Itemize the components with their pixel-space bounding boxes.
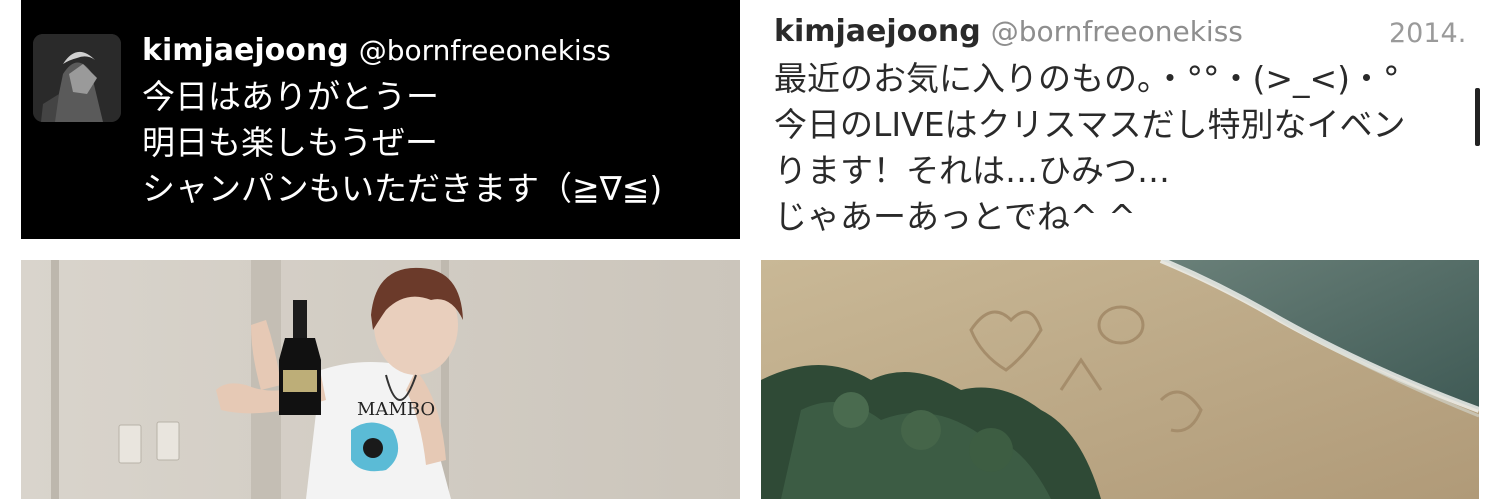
shirt-text: MAMBO: [357, 399, 435, 420]
tweet-line: 今日のLIVEはクリスマスだし特別なイベン: [774, 105, 1406, 144]
tweet-photo-right[interactable]: [761, 260, 1479, 499]
tweet-card-right[interactable]: kimjaejoong @bornfreeonekiss 2014. 最近のお気に…: [761, 0, 1500, 250]
tweet-line: 明日も楽しもうぜー: [142, 123, 439, 162]
tweet-line: じゃあーあっとでね^ ^: [774, 197, 1136, 236]
tweet-line: シャンパンもいただきます（≧∇≦): [142, 169, 663, 208]
tweet-header: kimjaejoong @bornfreeonekiss: [142, 33, 611, 68]
photo-beach-aerial: [761, 260, 1479, 499]
tweet-text: 今日はありがとうー 明日も楽しもうぜー シャンパンもいただきます（≧∇≦): [142, 74, 662, 212]
tweet-text: 最近のお気に入りのもの。・°°・(>_<)・° 今日のLIVEはクリスマスだし特…: [774, 56, 1406, 240]
tweet-date: 2014.: [1389, 18, 1467, 49]
user-name[interactable]: kimjaejoong: [774, 14, 981, 49]
scroll-indicator[interactable]: [1475, 88, 1480, 146]
tweet-line: 今日はありがとうー: [142, 77, 439, 116]
tweet-header: kimjaejoong @bornfreeonekiss: [774, 14, 1243, 49]
tweet-line: ります！それは…ひみつ…: [774, 151, 1170, 190]
tweet-card-left[interactable]: kimjaejoong @bornfreeonekiss 今日はありがとうー 明日…: [21, 0, 740, 239]
user-handle[interactable]: @bornfreeonekiss: [991, 15, 1243, 48]
avatar-image: [33, 34, 121, 122]
tweet-line: 最近のお気に入りのもの。・°°・(>_<)・°: [774, 59, 1400, 98]
user-name[interactable]: kimjaejoong: [142, 33, 349, 68]
user-handle[interactable]: @bornfreeonekiss: [359, 34, 611, 67]
tweet-photo-left[interactable]: MAMBO: [21, 260, 740, 499]
avatar[interactable]: [33, 34, 121, 122]
photo-person-champagne: MAMBO: [21, 260, 740, 499]
